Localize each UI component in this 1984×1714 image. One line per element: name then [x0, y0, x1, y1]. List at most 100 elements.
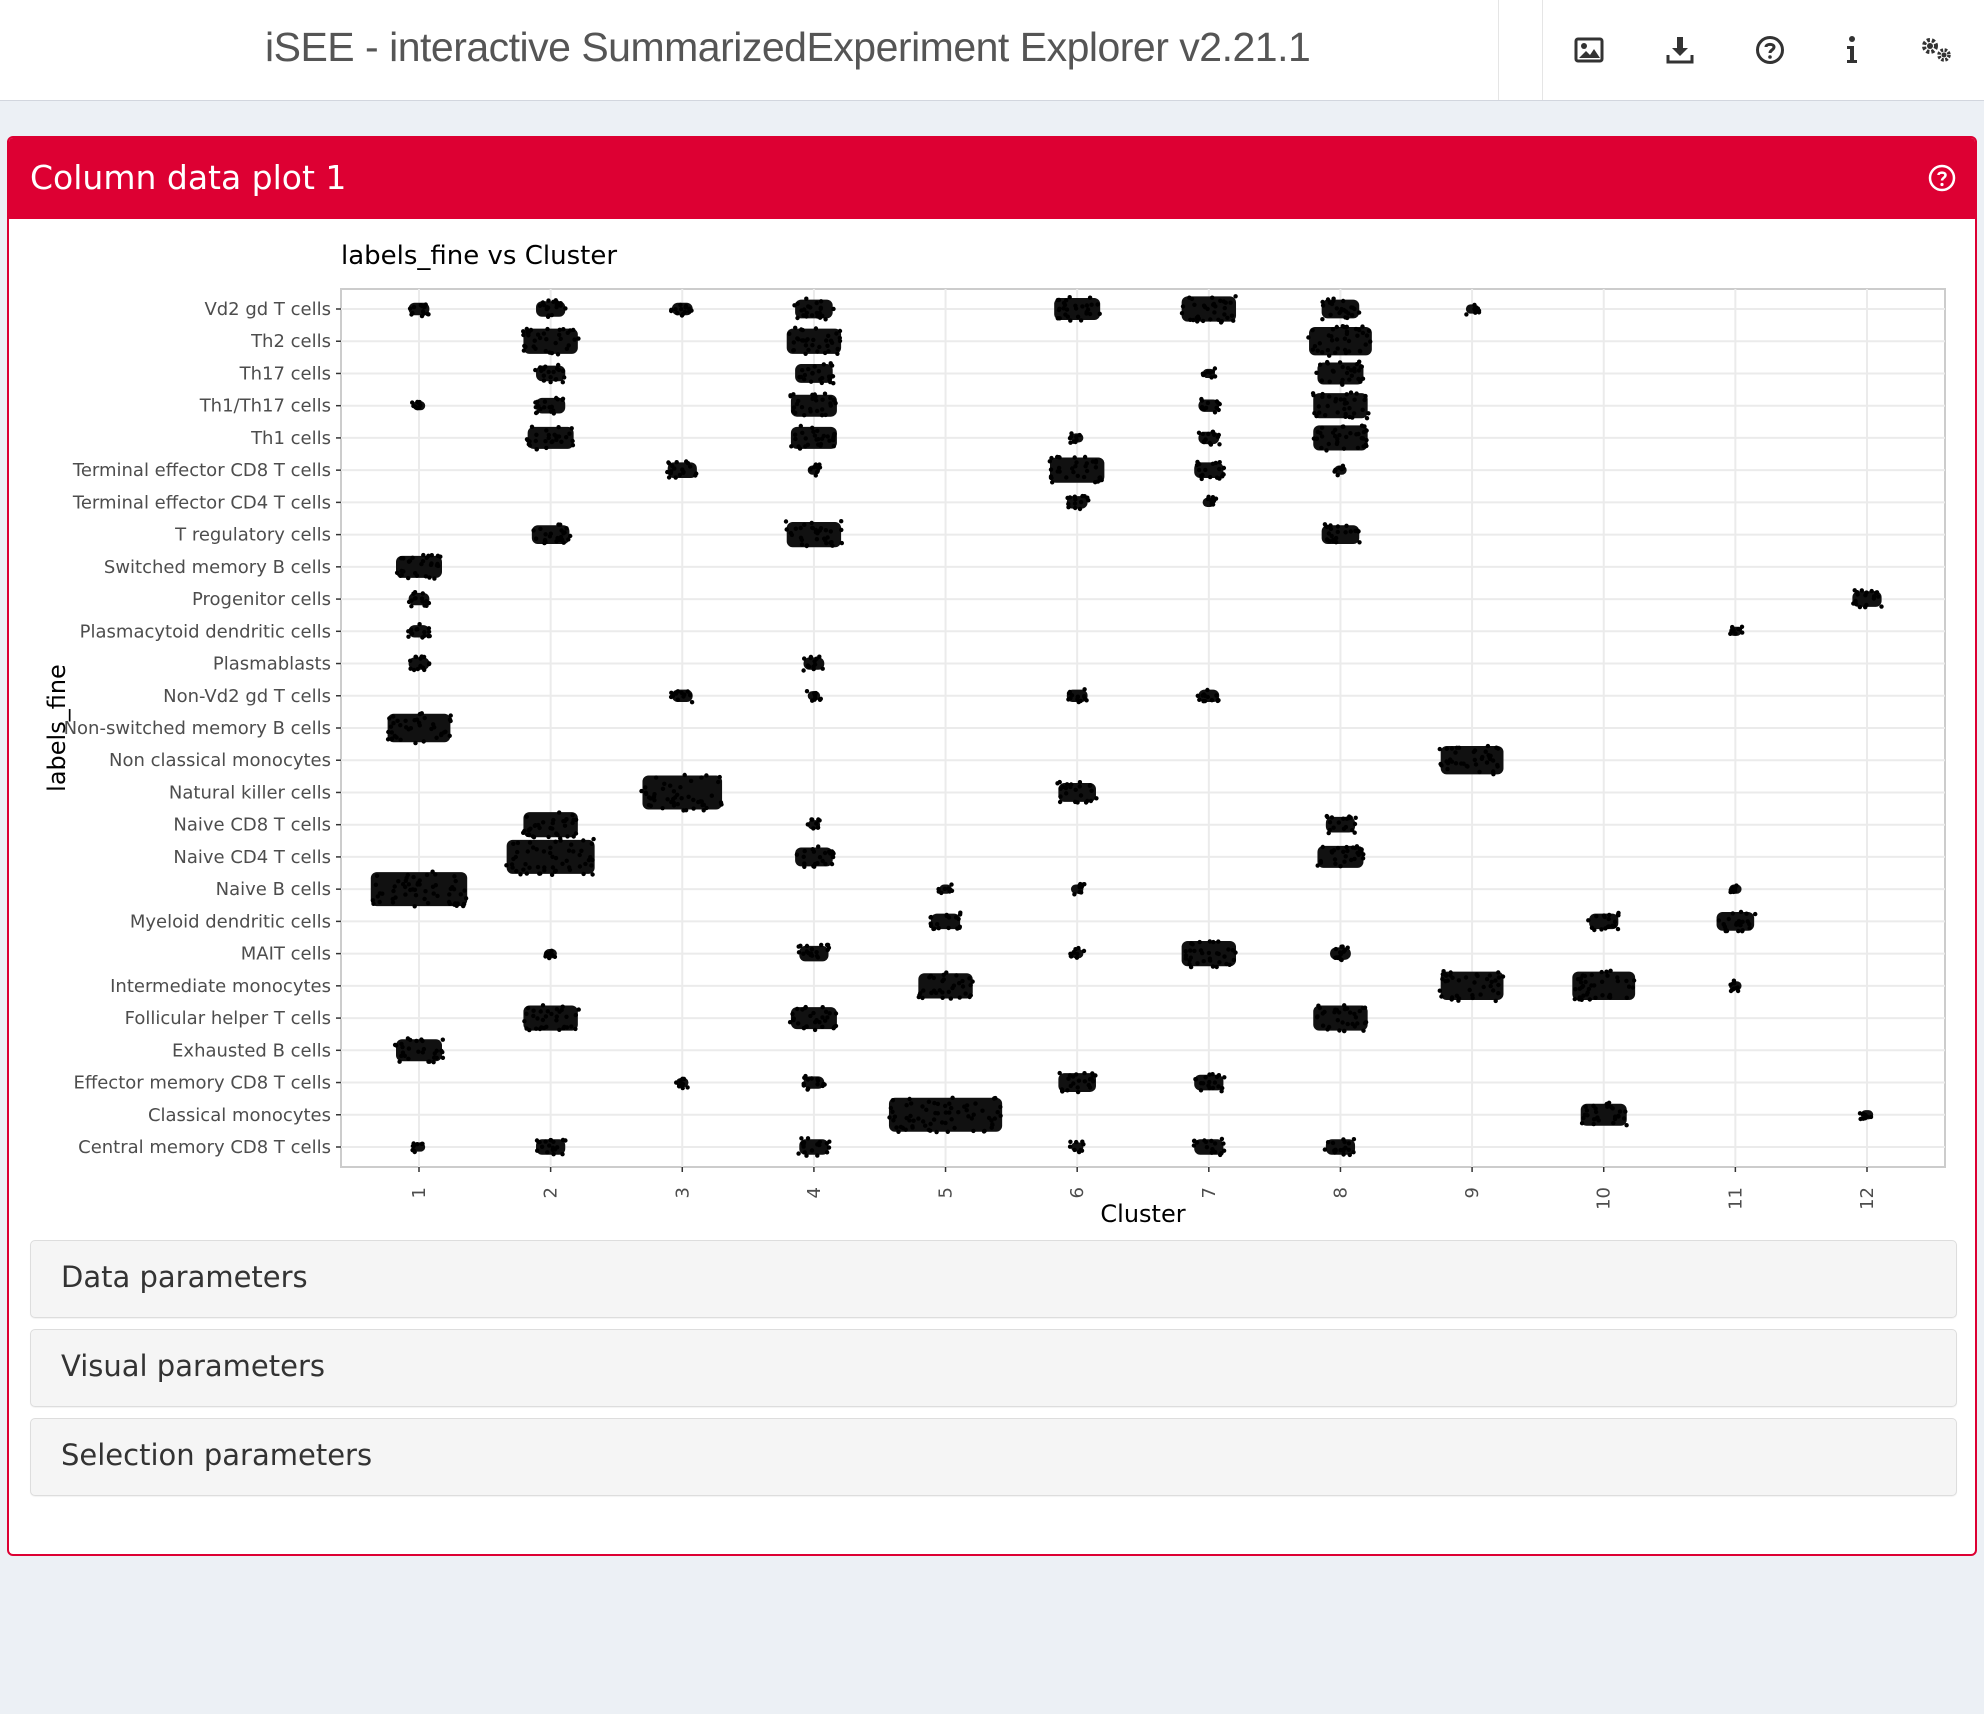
data-point: [462, 888, 467, 893]
data-point: [1201, 372, 1206, 378]
data-point: [533, 438, 538, 444]
data-point: [1083, 800, 1089, 805]
data-point: [387, 716, 392, 721]
data-point: [1191, 1143, 1197, 1148]
data-point: [1448, 973, 1453, 978]
data-point: [558, 336, 563, 341]
data-point: [1214, 475, 1220, 480]
data-point: [812, 1027, 818, 1033]
data-point: [798, 943, 803, 948]
data-point: [1341, 816, 1346, 821]
data-point: [1082, 494, 1087, 499]
data-point: [544, 1024, 549, 1029]
data-point: [538, 406, 543, 412]
x-tick-label: 2: [541, 1187, 562, 1198]
panel-help-button[interactable]: [1927, 163, 1957, 193]
data-point: [814, 821, 819, 826]
data-point: [412, 718, 417, 723]
data-point: [681, 808, 686, 813]
point-cluster: [1320, 296, 1362, 322]
data-point: [1342, 859, 1347, 864]
info-button[interactable]: [1815, 0, 1889, 100]
point-cluster: [504, 836, 596, 877]
data-point: [1200, 405, 1205, 411]
data-point: [801, 854, 806, 859]
data-point: [949, 1117, 954, 1122]
data-point: [562, 1024, 567, 1030]
data-point: [817, 344, 822, 350]
data-point: [816, 844, 821, 849]
data-point: [802, 1150, 807, 1155]
data-point: [1342, 1028, 1347, 1034]
point-cluster: [792, 296, 836, 322]
data-point: [811, 1010, 816, 1016]
data-point: [563, 306, 568, 311]
data-point: [527, 443, 533, 448]
data-point: [1089, 788, 1094, 793]
data-point: [1209, 502, 1214, 507]
data-point: [941, 977, 946, 982]
data-point: [431, 1060, 436, 1065]
download-button[interactable]: [1635, 0, 1725, 100]
data-point: [1340, 424, 1345, 429]
data-point: [1343, 854, 1348, 859]
data-point: [685, 689, 690, 694]
data-point: [1073, 464, 1078, 469]
data-point: [1344, 392, 1349, 397]
selection-parameters-section[interactable]: Selection parameters: [30, 1418, 1957, 1496]
data-point: [1208, 317, 1213, 322]
data-point: [543, 439, 548, 444]
data-point: [410, 1143, 416, 1149]
data-point: [391, 714, 396, 719]
data-point: [1606, 916, 1611, 922]
export-image-button[interactable]: [1543, 0, 1635, 100]
data-point: [1075, 1089, 1081, 1095]
data-point: [1082, 696, 1088, 701]
data-point: [1496, 970, 1501, 975]
data-point: [691, 806, 696, 811]
data-point: [682, 309, 688, 315]
data-point: [1312, 344, 1318, 349]
data-point: [1326, 333, 1332, 338]
data-point: [791, 348, 796, 353]
data-point: [432, 1055, 437, 1060]
data-point: [1088, 798, 1094, 804]
data-point: [1320, 1023, 1326, 1028]
data-point: [682, 772, 687, 778]
data-point: [554, 539, 559, 544]
visual-parameters-section[interactable]: Visual parameters: [30, 1329, 1957, 1407]
data-point: [1221, 299, 1227, 304]
data-point: [1489, 979, 1494, 985]
data-point: [395, 718, 400, 723]
data-point: [1072, 892, 1077, 897]
data-point: [1071, 469, 1076, 475]
data-point: [1337, 310, 1342, 316]
data-point: [413, 404, 418, 409]
data-point: [793, 410, 798, 415]
data-point: [920, 995, 925, 1001]
data-point: [550, 826, 555, 831]
data-point: [1443, 979, 1448, 984]
data-point: [394, 1043, 399, 1048]
settings-button[interactable]: [1889, 0, 1984, 100]
data-point: [553, 855, 559, 861]
y-tick-label: Th17 cells: [239, 363, 331, 384]
data-point: [1316, 404, 1322, 409]
data-point: [1584, 1108, 1590, 1113]
data-point: [577, 852, 582, 858]
data-point: [406, 882, 411, 887]
scatter-plot[interactable]: labels_fine vs Cluster Vd2 gd T cells Th2…: [9, 219, 1975, 1359]
data-point: [427, 575, 432, 580]
plot-area[interactable]: labels_fine vs Cluster Vd2 gd T cells Th2…: [9, 219, 1975, 1359]
data-point: [935, 922, 940, 927]
data-parameters-section[interactable]: Data parameters: [30, 1240, 1957, 1318]
data-point: [1057, 1070, 1062, 1076]
data-point: [1320, 317, 1325, 322]
help-button[interactable]: [1725, 0, 1815, 100]
point-cluster: [521, 326, 581, 357]
data-point: [403, 878, 408, 883]
data-point: [377, 899, 382, 905]
data-point: [1207, 1072, 1212, 1077]
data-point: [943, 1103, 948, 1109]
data-point: [813, 463, 818, 468]
